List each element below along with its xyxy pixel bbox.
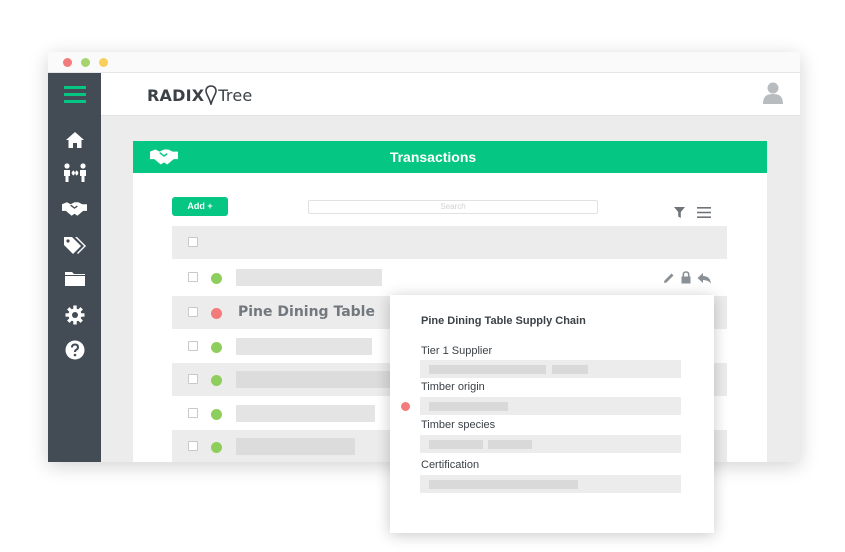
logo: RADIX Tree	[147, 85, 253, 107]
map-pin-icon	[205, 85, 218, 107]
status-dot	[211, 342, 222, 353]
status-dot	[211, 273, 222, 284]
edit-icon[interactable]	[663, 272, 675, 284]
status-dot	[211, 409, 222, 420]
field-label-tier1-supplier: Tier 1 Supplier	[421, 345, 493, 357]
placeholder-bar	[236, 371, 396, 388]
logo-text-right: Tree	[218, 85, 253, 105]
select-all-checkbox[interactable]	[188, 237, 198, 247]
field-label-timber-species: Timber species	[421, 419, 496, 431]
row-checkbox[interactable]	[188, 441, 198, 451]
field-value-timber-origin	[420, 397, 681, 415]
field-label-timber-origin: Timber origin	[421, 381, 485, 393]
reply-icon[interactable]	[697, 272, 712, 284]
row-name: Pine Dining Table	[238, 304, 375, 320]
placeholder-bar	[236, 438, 355, 455]
help-icon[interactable]	[62, 339, 87, 361]
minimize-window-dot[interactable]	[81, 58, 90, 67]
placeholder-bar	[429, 402, 508, 411]
add-button[interactable]: Add +	[172, 197, 228, 216]
placeholder-bar	[429, 480, 578, 489]
row-checkbox[interactable]	[188, 272, 198, 282]
home-icon[interactable]	[62, 129, 87, 151]
field-value-timber-species	[420, 435, 681, 453]
field-value-tier1-supplier	[420, 360, 681, 378]
supply-chain-popup: Pine Dining Table Supply Chain Tier 1 Su…	[390, 295, 714, 533]
row-checkbox[interactable]	[188, 341, 198, 351]
tags-icon[interactable]	[62, 235, 87, 257]
folder-icon[interactable]	[62, 267, 87, 289]
panel-header: Transactions	[133, 141, 767, 173]
status-dot	[401, 402, 410, 411]
popup-title: Pine Dining Table Supply Chain	[421, 315, 586, 327]
window-titlebar	[48, 52, 800, 73]
row-actions	[663, 271, 712, 284]
placeholder-bar	[236, 269, 382, 286]
row-checkbox[interactable]	[188, 374, 198, 384]
people-exchange-icon[interactable]	[62, 162, 87, 184]
placeholder-bar	[429, 440, 483, 449]
status-dot	[211, 442, 222, 453]
lock-icon[interactable]	[681, 271, 691, 284]
placeholder-bar	[488, 440, 532, 449]
gear-icon[interactable]	[62, 304, 87, 326]
row-checkbox[interactable]	[188, 408, 198, 418]
placeholder-bar	[552, 365, 588, 374]
field-value-certification	[420, 475, 681, 493]
placeholder-bar	[429, 365, 546, 374]
stage: RADIX Tree Transactions Add + Search Pin…	[0, 0, 845, 552]
field-label-certification: Certification	[421, 459, 480, 471]
placeholder-bar	[236, 338, 372, 355]
user-avatar-icon[interactable]	[762, 81, 784, 105]
handshake-icon[interactable]	[62, 198, 87, 220]
table-row[interactable]	[172, 262, 727, 294]
search-input[interactable]: Search	[308, 200, 598, 214]
status-dot	[211, 375, 222, 386]
table-header-row	[172, 226, 727, 259]
row-checkbox[interactable]	[188, 307, 198, 317]
maximize-window-dot[interactable]	[99, 58, 108, 67]
panel-title: Transactions	[389, 149, 477, 165]
sidebar	[48, 73, 101, 462]
top-bar: RADIX Tree	[101, 73, 800, 116]
placeholder-bar	[236, 405, 375, 422]
menu-icon[interactable]	[62, 83, 87, 105]
logo-text-left: RADIX	[147, 85, 205, 105]
status-dot	[211, 308, 222, 319]
close-window-dot[interactable]	[63, 58, 72, 67]
list-menu-icon[interactable]	[697, 203, 711, 218]
filter-icon[interactable]	[674, 203, 685, 218]
